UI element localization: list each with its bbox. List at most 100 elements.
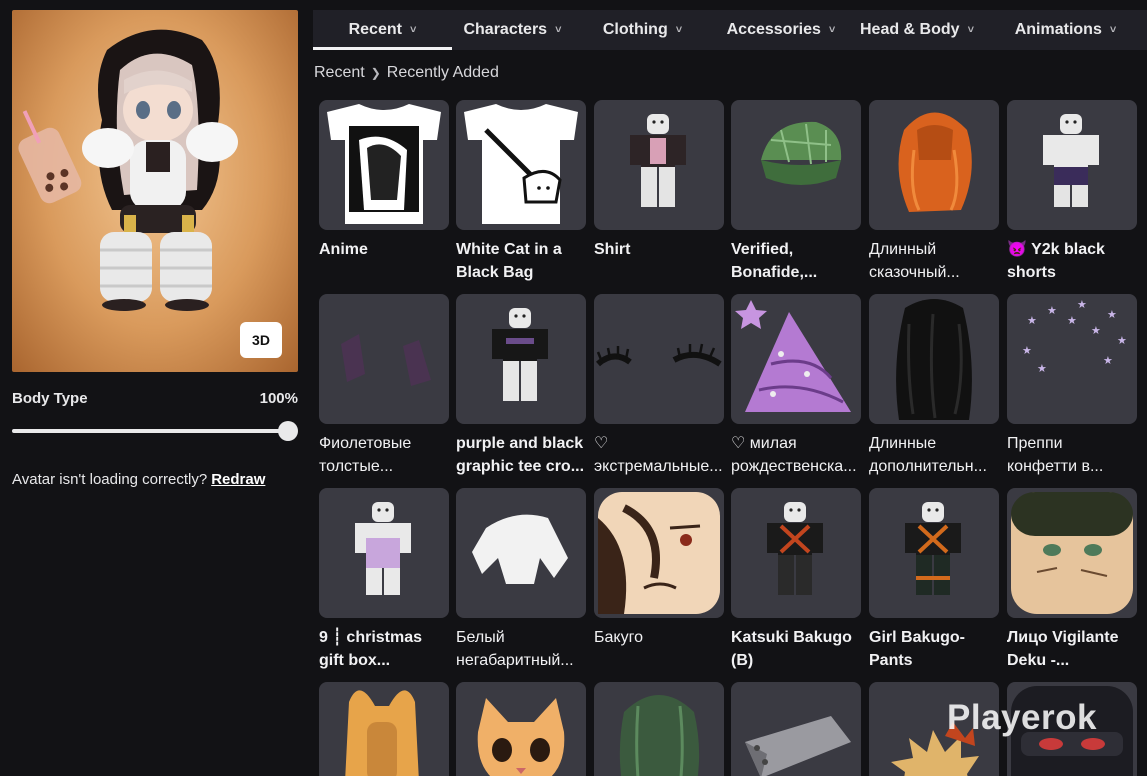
svg-text:★: ★ — [1117, 335, 1127, 347]
avatar-bakugo-pants-icon[interactable] — [869, 488, 999, 618]
item-card[interactable]: ♡ экстремальные... — [594, 294, 724, 478]
white-crop-top-icon[interactable] — [456, 488, 586, 618]
tab-label: Head & Body — [859, 21, 960, 38]
tab-head-body[interactable]: Head & Body ˅ — [850, 10, 984, 50]
item-name: purple and black graphic tee cro... — [456, 435, 585, 475]
chevron-down-icon: ˅ — [675, 24, 683, 36]
tab-label: Recent — [348, 21, 402, 38]
item-name: ♡ милая рождественска... — [731, 435, 857, 475]
item-card[interactable]: Лицо Vigilante Deku -... — [1007, 488, 1137, 672]
svg-text:★: ★ — [1091, 325, 1101, 337]
item-card[interactable]: Бакуго — [594, 488, 724, 672]
item-card[interactable]: Verified, Bonafide,... — [731, 100, 861, 284]
chevron-down-icon: ˅ — [967, 24, 974, 36]
confetti-stars-icon[interactable]: ★ ★ ★ ★ ★ ★ ★ ★ ★ ★ — [1007, 294, 1137, 424]
bunny-hood-icon[interactable] — [319, 682, 449, 776]
breadcrumb-root[interactable]: Recent — [314, 64, 365, 82]
tab-characters[interactable]: Characters ˅ — [452, 10, 573, 50]
item-card[interactable] — [319, 682, 449, 776]
svg-text:★: ★ — [1047, 305, 1057, 317]
avatar-shorts-icon[interactable] — [1007, 100, 1137, 230]
chevron-right-icon: ❯ — [370, 66, 381, 80]
leg-warmers-icon[interactable] — [319, 294, 449, 424]
deku-face-icon[interactable] — [1007, 488, 1137, 618]
item-name: ♡ экстремальные... — [594, 435, 723, 475]
chevron-down-icon: ˅ — [1109, 24, 1117, 36]
svg-text:★: ★ — [1022, 345, 1032, 357]
item-card[interactable] — [456, 682, 586, 776]
item-name: Преппи конфетти в... — [1007, 435, 1104, 475]
item-name: Фиолетовые толстые... — [319, 435, 412, 475]
view-3d-button[interactable]: 3D — [240, 322, 282, 358]
item-card[interactable]: Girl Bakugo-Pants — [869, 488, 999, 672]
tab-recent[interactable]: Recent ˅ — [313, 10, 452, 50]
item-card[interactable]: ★ ★ ★ ★ ★ ★ ★ ★ ★ ★ Преппи конфетти в... — [1007, 294, 1137, 478]
svg-text:★: ★ — [1103, 355, 1113, 367]
green-hair-icon[interactable] — [594, 682, 724, 776]
item-card[interactable]: Белый негабаритный... — [456, 488, 586, 672]
item-name: White Cat in a Black Bag — [456, 241, 562, 281]
svg-text:★: ★ — [1037, 363, 1047, 375]
item-card[interactable]: Длинные дополнительн... — [869, 294, 999, 478]
svg-text:★: ★ — [1077, 299, 1087, 311]
item-card[interactable]: Anime — [319, 100, 449, 284]
category-tabs: Recent ˅ Characters ˅ Clothing ˅ Accessories ˅ H… — [313, 10, 1147, 50]
loading-message: Avatar isn't loading correctly? — [12, 471, 208, 488]
tab-label: Clothing — [602, 21, 668, 38]
item-card[interactable]: White Cat in a Black Bag — [456, 100, 586, 284]
item-name: Girl Bakugo-Pants — [869, 629, 966, 669]
breadcrumb-current: Recently Added — [386, 64, 499, 81]
avatar-shirt-icon[interactable] — [594, 100, 724, 230]
item-card[interactable] — [594, 682, 724, 776]
gauntlet-icon[interactable] — [731, 682, 861, 776]
item-card[interactable]: 👿 Y2k black shorts (PURPLE... — [1007, 100, 1137, 284]
item-card[interactable] — [731, 682, 861, 776]
svg-text:★: ★ — [1027, 315, 1037, 327]
avatar-figure — [18, 29, 238, 311]
avatar-bakugo-shirt-icon[interactable] — [731, 488, 861, 618]
item-card[interactable]: purple and black graphic tee cro... — [456, 294, 586, 478]
slider-track[interactable] — [12, 429, 288, 433]
item-name: Длинный сказочный... — [869, 241, 960, 281]
watermark: Playerok — [947, 698, 1097, 737]
avatar-panel: 3D Body Type 100% Avatar isn't loading c… — [12, 10, 298, 488]
item-name: Бакуго — [594, 629, 643, 646]
redraw-link[interactable]: Redraw — [211, 471, 265, 488]
item-name: Katsuki Bakugo (B) — [731, 629, 852, 669]
avatar-tee-icon[interactable] — [456, 294, 586, 424]
orange-hair-icon[interactable] — [869, 100, 999, 230]
scarred-face-icon[interactable] — [594, 488, 724, 618]
avatar-preview[interactable]: 3D — [12, 10, 298, 372]
breadcrumb: Recent ❯ Recently Added — [314, 64, 499, 82]
body-type-slider[interactable] — [12, 421, 298, 441]
tshirt-anime-girl-icon[interactable] — [319, 100, 449, 230]
tab-clothing[interactable]: Clothing ˅ — [573, 10, 712, 50]
item-card[interactable]: 9 ┊ christmas gift box... — [319, 488, 449, 672]
tab-label: Accessories — [726, 21, 821, 38]
item-card[interactable]: Фиолетовые толстые... — [319, 294, 449, 478]
cat-head-icon[interactable] — [456, 682, 586, 776]
item-card[interactable]: Shirt — [594, 100, 724, 284]
svg-text:★: ★ — [1107, 309, 1117, 321]
item-name: Длинные дополнительн... — [869, 435, 987, 475]
tshirt-cat-bag-icon[interactable] — [456, 100, 586, 230]
item-name: Лицо Vigilante Deku -... — [1007, 629, 1119, 669]
slider-handle[interactable] — [278, 421, 298, 441]
christmas-tree-hat-icon[interactable] — [731, 294, 861, 424]
eyelashes-icon[interactable] — [594, 294, 724, 424]
item-name: 9 ┊ christmas gift box... — [319, 629, 423, 669]
tab-label: Animations — [1014, 21, 1102, 38]
black-hair-icon[interactable] — [869, 294, 999, 424]
item-card[interactable]: Katsuki Bakugo (B) — [731, 488, 861, 672]
item-card[interactable]: ♡ милая рождественска... — [731, 294, 861, 478]
green-cap-icon[interactable] — [731, 100, 861, 230]
tab-animations[interactable]: Animations ˅ — [984, 10, 1147, 50]
item-card[interactable]: Длинный сказочный... — [869, 100, 999, 284]
tab-accessories[interactable]: Accessories ˅ — [712, 10, 850, 50]
chevron-down-icon: ˅ — [828, 24, 836, 36]
chevron-down-icon: ˅ — [555, 24, 562, 36]
item-name: Verified, Bonafide,... — [731, 241, 818, 281]
item-name: Anime — [319, 241, 368, 258]
avatar-pink-outfit-icon[interactable] — [319, 488, 449, 618]
item-name: Shirt — [594, 241, 631, 258]
